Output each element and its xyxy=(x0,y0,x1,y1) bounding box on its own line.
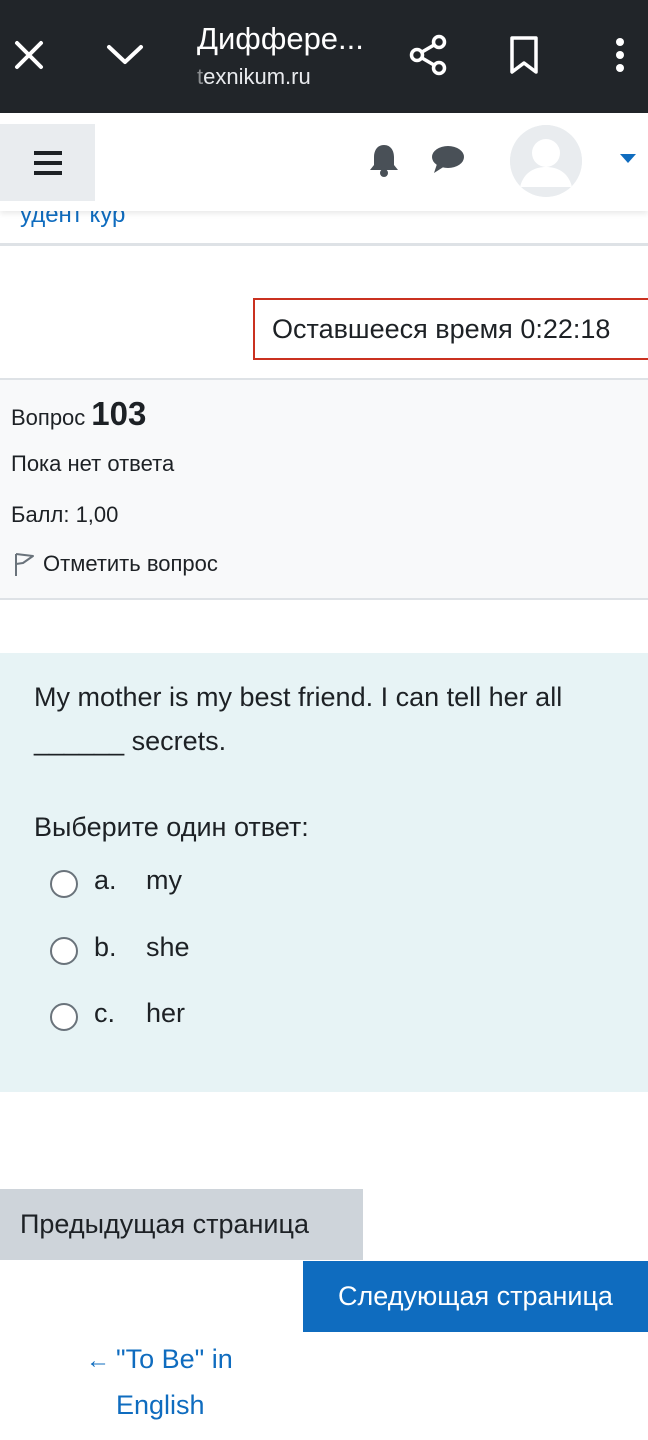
caret-down-icon xyxy=(620,154,636,163)
share-icon xyxy=(409,34,447,76)
option-text: her xyxy=(146,997,186,1028)
messages-button[interactable] xyxy=(426,138,470,182)
user-menu-toggle[interactable] xyxy=(616,149,640,169)
divider xyxy=(0,243,648,246)
share-button[interactable] xyxy=(404,30,452,80)
answer-option-b[interactable]: b. she xyxy=(50,927,190,967)
more-options-button[interactable] xyxy=(600,30,640,80)
avatar-icon xyxy=(510,125,582,197)
answer-option-a[interactable]: a. my xyxy=(50,860,182,900)
question-info: Вопрос 103 Пока нет ответа Балл: 1,00 Отм… xyxy=(0,378,648,600)
answer-prompt: Выберите один ответ: xyxy=(34,812,309,842)
radio-button[interactable] xyxy=(50,937,78,965)
tab-title-area: Диффере... texnikum.ru xyxy=(197,18,397,92)
more-vert-icon xyxy=(616,38,624,72)
question-label: Вопрос xyxy=(11,405,86,430)
flag-question-button[interactable]: Отметить вопрос xyxy=(11,550,218,578)
option-letter: c. xyxy=(94,997,116,1028)
option-text: my xyxy=(146,864,182,895)
arrow-left-icon: ← xyxy=(86,1347,110,1374)
next-page-button[interactable]: Следующая страница xyxy=(303,1261,648,1332)
browser-toolbar: Диффере... texnikum.ru xyxy=(0,0,648,113)
radio-button[interactable] xyxy=(50,870,78,898)
previous-page-button[interactable]: Предыдущая страница xyxy=(0,1189,363,1260)
chevron-down-icon xyxy=(107,45,143,64)
tab-url: texnikum.ru xyxy=(197,62,397,92)
question-number: 103 xyxy=(91,395,147,432)
bookmark-button[interactable] xyxy=(500,30,548,80)
question-number-line: Вопрос 103 xyxy=(11,394,146,438)
radio-button[interactable] xyxy=(50,1003,78,1031)
option-letter: a. xyxy=(94,864,117,895)
close-tab-button[interactable] xyxy=(6,32,52,78)
timer-label: Оставшееся время xyxy=(272,313,513,344)
flag-icon xyxy=(15,553,34,576)
notifications-button[interactable] xyxy=(364,138,404,182)
question-text: My mother is my best friend. I can tell … xyxy=(34,682,563,756)
timer-value: 0:22:18 xyxy=(520,313,611,344)
close-icon xyxy=(15,41,43,69)
user-avatar[interactable] xyxy=(510,125,582,197)
drawer-toggle-button[interactable] xyxy=(0,124,95,201)
flag-label: Отметить вопрос xyxy=(43,551,218,576)
previous-activity-line2: English xyxy=(116,1390,205,1420)
minimize-tab-button[interactable] xyxy=(100,30,150,80)
quiz-timer: Оставшееся время 0:22:18 xyxy=(253,298,648,360)
site-navbar xyxy=(0,113,648,211)
url-rest: exnikum.ru xyxy=(203,64,311,89)
bookmark-icon xyxy=(510,36,538,74)
hamburger-icon xyxy=(33,150,62,175)
previous-activity-line1: "To Be" in xyxy=(116,1344,233,1374)
option-text: she xyxy=(146,931,190,962)
answer-option-c[interactable]: c. her xyxy=(50,993,185,1033)
question-state: Пока нет ответа xyxy=(11,451,175,476)
question-grade: Балл: 1,00 xyxy=(11,502,119,527)
option-letter: b. xyxy=(94,931,117,962)
chat-icon xyxy=(432,146,464,173)
bell-icon xyxy=(370,145,398,177)
previous-activity-link[interactable]: ← "To Be" in English xyxy=(86,1337,286,1427)
tab-title: Диффере... xyxy=(197,21,364,56)
